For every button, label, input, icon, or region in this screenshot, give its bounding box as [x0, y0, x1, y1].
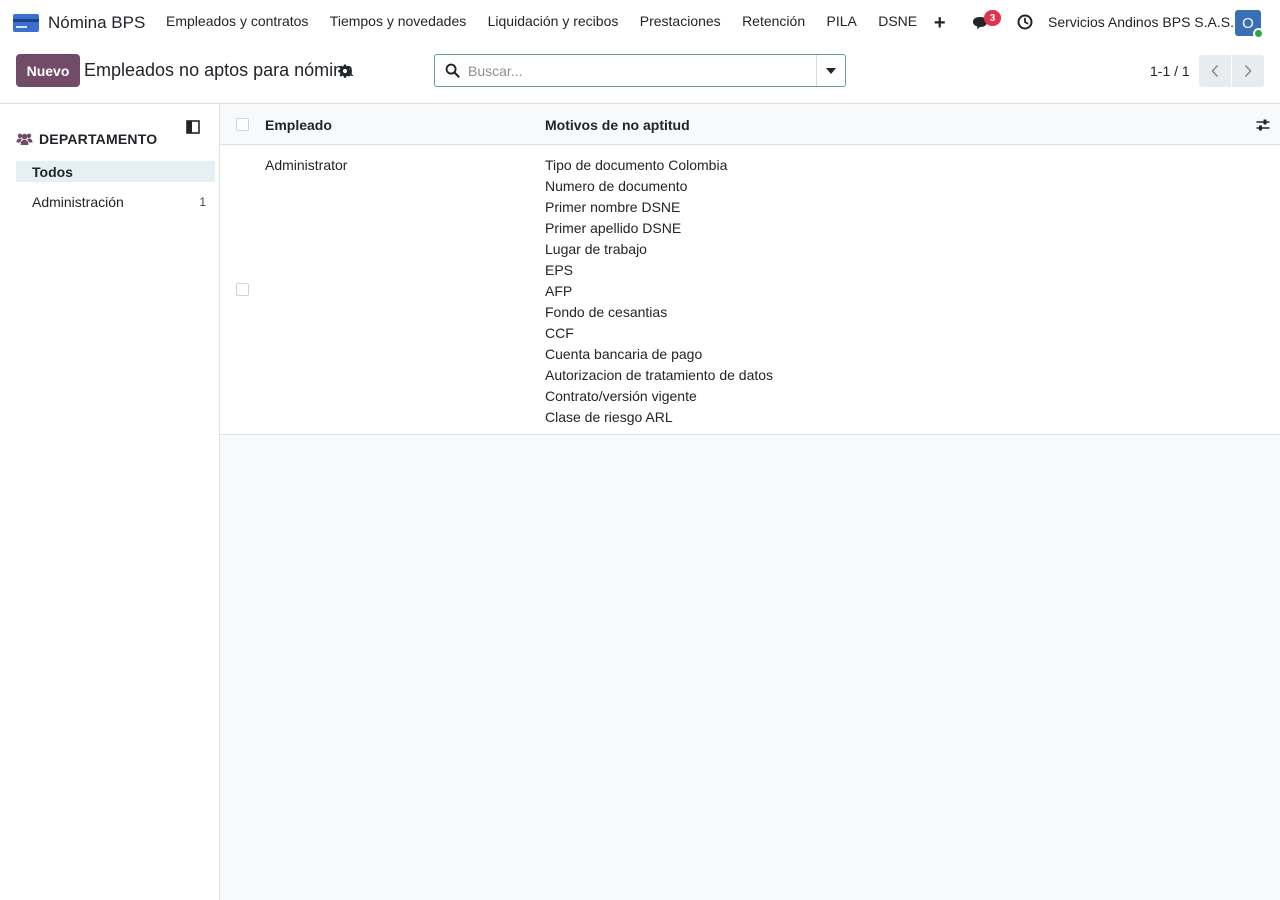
list-header: Empleado Motivos de no aptitud	[220, 104, 1280, 145]
reason-item: Autorizacion de tratamiento de datos	[545, 367, 774, 383]
search-panel: DEPARTAMENTO Todos Administración 1	[0, 104, 220, 900]
reason-item: Numero de documento	[545, 178, 688, 194]
department-item-todos[interactable]: Todos	[16, 161, 215, 182]
reason-item: AFP	[545, 283, 573, 299]
menu-dsne[interactable]: DSNE	[868, 13, 928, 33]
department-item-count: 1	[199, 194, 206, 209]
reason-item: Primer apellido DSNE	[545, 220, 682, 236]
menu-liquidacion-recibos[interactable]: Liquidación y recibos	[477, 13, 629, 33]
list-view: Empleado Motivos de no aptitud Administr…	[220, 104, 1280, 900]
reason-item: Cuenta bancaria de pago	[545, 346, 703, 362]
pager-next-button[interactable]	[1232, 55, 1264, 87]
new-button[interactable]: Nuevo	[16, 54, 80, 87]
row-checkbox[interactable]	[236, 283, 249, 296]
reason-item: Primer nombre DSNE	[545, 199, 681, 215]
department-item-label: Administración	[32, 193, 124, 210]
search-options-toggle[interactable]	[816, 55, 845, 86]
menu-pila[interactable]: PILA	[816, 13, 868, 33]
caret-down-icon	[826, 67, 836, 74]
online-status-dot	[1253, 28, 1264, 39]
search-bar	[434, 54, 846, 87]
reasons-cell: Tipo de documento Colombia Numero de doc…	[545, 155, 773, 428]
menu-retencion[interactable]: Retención	[731, 13, 815, 33]
employee-cell: Administrator	[265, 157, 348, 173]
search-icon	[445, 63, 460, 78]
select-all-checkbox[interactable]	[236, 118, 249, 131]
department-filter-header: DEPARTAMENTO	[16, 131, 157, 147]
main-menu: Empleados y contratos Tiempos y novedade…	[155, 13, 945, 33]
users-icon	[16, 133, 33, 145]
clock-icon[interactable]	[1017, 14, 1033, 30]
department-item-label: Todos	[32, 163, 73, 180]
app-logo-icon	[13, 14, 39, 32]
reason-item: Fondo de cesantias	[545, 304, 668, 320]
reason-item: Lugar de trabajo	[545, 241, 647, 257]
top-navbar: Nómina BPS Empleados y contratos Tiempos…	[0, 0, 1280, 46]
page-title: Empleados no aptos para nómina	[84, 60, 354, 80]
reason-item: Tipo de documento Colombia	[545, 157, 728, 173]
app-name[interactable]: Nómina BPS	[48, 13, 145, 33]
messages-button[interactable]: 3	[972, 10, 1002, 34]
messages-badge: 3	[984, 10, 1001, 26]
menu-tiempos-novedades[interactable]: Tiempos y novedades	[319, 13, 477, 33]
column-header-reasons[interactable]: Motivos de no aptitud	[545, 117, 690, 133]
gear-icon[interactable]	[338, 64, 352, 78]
reason-item: Clase de riesgo ARL	[545, 409, 673, 425]
reason-item: EPS	[545, 262, 574, 278]
pager-previous-button[interactable]	[1199, 55, 1231, 87]
department-filter-title: DEPARTAMENTO	[39, 131, 158, 147]
company-switcher[interactable]: Servicios Andinos BPS S.A.S.	[1048, 14, 1234, 30]
pager-value[interactable]: 1-1 / 1	[1150, 63, 1190, 79]
user-avatar[interactable]: O	[1235, 10, 1264, 39]
search-input[interactable]	[468, 55, 816, 86]
add-menu-button[interactable]: +	[934, 13, 946, 33]
sliders-icon[interactable]	[1256, 118, 1270, 132]
app-brand[interactable]: Nómina BPS	[13, 13, 145, 33]
reason-item: CCF	[545, 325, 574, 341]
menu-prestaciones[interactable]: Prestaciones	[629, 13, 731, 33]
panel-collapse-icon[interactable]	[186, 120, 200, 134]
chevron-left-icon	[1211, 64, 1219, 78]
column-header-employee[interactable]: Empleado	[265, 117, 332, 133]
table-row[interactable]: Administrator Tipo de documento Colombia…	[220, 145, 1280, 435]
department-item-administracion[interactable]: Administración 1	[16, 191, 215, 212]
reason-item: Contrato/versión vigente	[545, 388, 697, 404]
avatar-initial: O	[1242, 14, 1254, 32]
menu-empleados-contratos[interactable]: Empleados y contratos	[155, 13, 319, 33]
chevron-right-icon	[1244, 64, 1252, 78]
